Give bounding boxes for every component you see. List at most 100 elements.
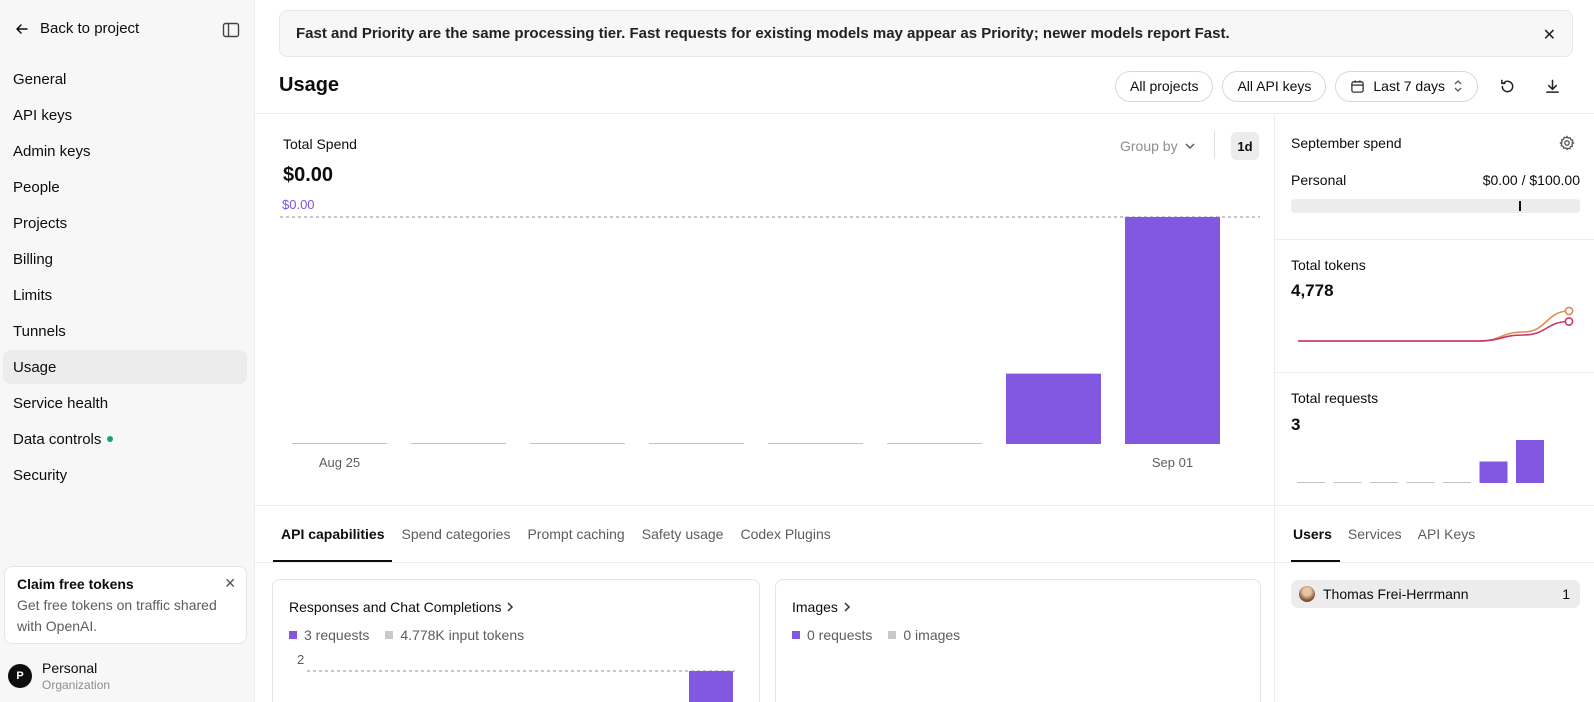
series-line <box>1298 310 1570 342</box>
responses-card: Responses and Chat Completions 3 request… <box>272 579 760 702</box>
calendar-icon <box>1351 79 1365 93</box>
budget-row: Personal $0.00 / $100.00 <box>1291 172 1580 188</box>
banner-text: Fast and Priority are the same processin… <box>296 25 1230 42</box>
chevron-up-down-icon <box>1454 80 1462 92</box>
toolbar-separator <box>1214 131 1215 159</box>
total-spend-label: Total Spend <box>283 136 357 152</box>
tab-label: Spend categories <box>401 526 511 542</box>
arrow-left-icon <box>16 23 28 34</box>
user-count: 1 <box>1562 586 1570 602</box>
org-name: Personal <box>42 660 98 676</box>
sidebar-item-service-health[interactable]: Service health <box>3 386 247 420</box>
claim-tokens-promo: Claim free tokens Get free tokens on tra… <box>4 566 247 644</box>
tab-users[interactable]: Users <box>1291 508 1340 562</box>
sidebar-item-general[interactable]: General <box>3 62 247 96</box>
sidebar-item-people[interactable]: People <box>3 170 247 204</box>
sidebar-item-label: People <box>13 178 60 196</box>
legend-label: 3 requests <box>304 627 370 643</box>
legend-images: 0 images <box>888 627 960 643</box>
legend-label: 0 requests <box>807 627 873 643</box>
tab-api-keys[interactable]: API Keys <box>1410 508 1484 562</box>
sidebar-item-label: Billing <box>13 250 54 268</box>
user-name: Thomas Frei-Herrmann <box>1323 586 1469 602</box>
page-title: Usage <box>279 74 340 96</box>
legend-swatch <box>888 631 897 639</box>
budget-title: September spend <box>1291 135 1402 151</box>
chevron-right-icon <box>507 602 514 612</box>
images-card: Images 0 requests 0 images <box>775 579 1261 702</box>
api-keys-filter-label: All API keys <box>1237 78 1312 94</box>
download-button[interactable] <box>1536 70 1568 102</box>
sidebar-item-label: Security <box>13 466 68 484</box>
total-requests-label: Total requests <box>1291 390 1379 406</box>
tab-label: API Keys <box>1417 526 1476 542</box>
projects-filter-label: All projects <box>1130 78 1199 94</box>
sidebar-item-api-keys[interactable]: API keys <box>3 98 247 132</box>
notice-banner: Fast and Priority are the same processin… <box>279 10 1573 57</box>
tab-prompt-caching[interactable]: Prompt caching <box>519 508 632 562</box>
promo-title: Claim free tokens <box>17 576 134 592</box>
sidebar-item-billing[interactable]: Billing <box>3 242 247 276</box>
refresh-button[interactable] <box>1491 70 1523 102</box>
legend-swatch <box>289 631 297 639</box>
tab-services[interactable]: Services <box>1340 508 1410 562</box>
date-range-select[interactable]: Last 7 days <box>1335 70 1478 102</box>
column-divider <box>1274 113 1275 702</box>
promo-text: Get free tokens on traffic shared with O… <box>17 597 217 634</box>
legend-requests: 3 requests <box>289 627 369 643</box>
promo-close-icon[interactable]: ✕ <box>224 575 236 592</box>
bar <box>1006 373 1101 444</box>
responses-card-link[interactable]: Responses and Chat Completions <box>289 599 515 615</box>
sidebar-item-label: API keys <box>13 106 73 124</box>
projects-filter-button[interactable]: All projects <box>1115 70 1214 102</box>
banner-close-icon[interactable]: ✕ <box>1543 25 1556 45</box>
back-label: Back to project <box>40 20 140 37</box>
tabs-divider <box>255 562 1594 563</box>
chevron-right-icon <box>844 602 850 612</box>
sidebar-toggle-icon[interactable] <box>222 21 240 39</box>
images-card-link[interactable]: Images <box>792 599 852 615</box>
x-tick-label: Aug 25 <box>319 455 360 470</box>
chevron-down-icon <box>1185 143 1195 149</box>
org-switcher[interactable]: P Personal Organization <box>8 660 110 692</box>
sidebar-nav: General API keys Admin keys People Proje… <box>3 62 247 494</box>
breakdown-tabs: Users Services API Keys <box>1291 508 1483 562</box>
sidebar-item-usage[interactable]: Usage <box>3 350 247 384</box>
tab-spend-categories[interactable]: Spend categories <box>393 508 518 562</box>
sidebar-item-security[interactable]: Security <box>3 458 247 492</box>
back-to-project-link[interactable]: Back to project <box>14 20 139 37</box>
budget-progress-bar <box>1291 199 1580 213</box>
series-endpoint <box>1564 317 1574 326</box>
sidebar-item-admin-keys[interactable]: Admin keys <box>3 134 247 168</box>
tab-api-capabilities[interactable]: API capabilities <box>273 508 393 562</box>
gear-icon[interactable] <box>1559 135 1575 151</box>
budget-project: Personal <box>1291 172 1347 188</box>
sidebar-item-label: General <box>13 70 67 88</box>
interval-1d-button[interactable]: 1d <box>1231 132 1259 160</box>
user-row[interactable]: Thomas Frei-Herrmann 1 <box>1291 580 1580 608</box>
sidebar-item-label: Limits <box>13 286 53 304</box>
budget-amount: $0.00 / $100.00 <box>1482 172 1580 188</box>
bar <box>689 671 733 702</box>
spend-bar-chart: Aug 25 Sep 01 <box>280 216 1260 470</box>
tab-codex-plugins[interactable]: Codex Plugins <box>732 508 838 562</box>
sidebar-item-tunnels[interactable]: Tunnels <box>3 314 247 348</box>
right-divider-2 <box>1274 372 1594 373</box>
tab-safety-usage[interactable]: Safety usage <box>634 508 732 562</box>
total-tokens-value: 4,778 <box>1291 281 1334 300</box>
legend-swatch <box>792 631 800 639</box>
sidebar-item-label: Data controls <box>13 430 102 448</box>
date-range-label: Last 7 days <box>1373 78 1445 94</box>
tab-label: Codex Plugins <box>740 526 831 542</box>
api-keys-filter-button[interactable]: All API keys <box>1222 70 1327 102</box>
sidebar-item-data-controls[interactable]: Data controls <box>3 422 247 456</box>
group-by-select[interactable]: Group by <box>1120 138 1196 154</box>
total-spend-value: $0.00 <box>283 164 334 186</box>
sidebar-item-projects[interactable]: Projects <box>3 206 247 240</box>
responses-mini-chart <box>307 670 735 702</box>
tab-label: Prompt caching <box>527 526 625 542</box>
sidebar-item-limits[interactable]: Limits <box>3 278 247 312</box>
bar <box>1516 440 1544 483</box>
sidebar-item-label: Projects <box>13 214 68 232</box>
sidebar: Back to project General API keys Admin k… <box>0 0 255 702</box>
